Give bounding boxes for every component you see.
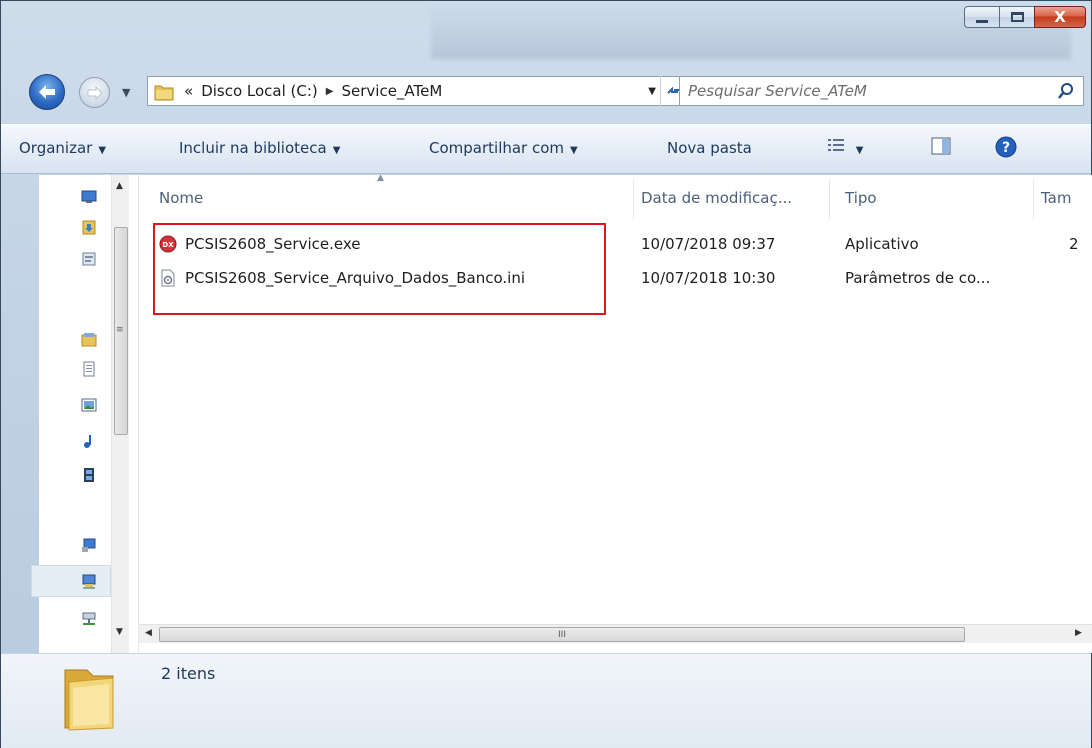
column-divider[interactable] bbox=[1033, 179, 1034, 219]
breadcrumb-separator-icon[interactable]: ▶ bbox=[326, 86, 334, 97]
homegroup-icon[interactable] bbox=[81, 537, 97, 553]
address-bar[interactable]: « Disco Local (C:) ▶ Service_ATeM ▼ bbox=[147, 76, 691, 106]
computer-icon bbox=[82, 574, 96, 589]
downloads-folder-icon[interactable] bbox=[81, 219, 97, 235]
documents-icon[interactable] bbox=[81, 361, 97, 377]
horizontal-scrollbar[interactable]: ◀ III ▶ bbox=[139, 624, 1092, 643]
scroll-up-icon[interactable]: ▲ bbox=[116, 181, 123, 191]
include-in-library-button[interactable]: Incluir na biblioteca ▼ bbox=[179, 139, 340, 157]
file-date: 10/07/2018 10:30 bbox=[641, 269, 776, 287]
preview-pane-icon bbox=[931, 137, 951, 155]
breadcrumb-item-drive[interactable]: Disco Local (C:) bbox=[201, 82, 318, 100]
column-divider[interactable] bbox=[829, 179, 830, 219]
chevron-down-icon: ▼ bbox=[855, 145, 864, 156]
column-header-size[interactable]: Tam bbox=[1041, 189, 1071, 207]
title-bar[interactable]: X bbox=[1, 1, 1091, 59]
network-icon[interactable] bbox=[81, 611, 97, 627]
change-view-button[interactable]: ▼ bbox=[827, 137, 863, 157]
share-label: Compartilhar com bbox=[429, 139, 565, 157]
maximize-button[interactable] bbox=[999, 6, 1035, 28]
item-count: 2 itens bbox=[161, 664, 216, 683]
folder-icon bbox=[154, 83, 174, 101]
music-icon[interactable] bbox=[81, 433, 97, 449]
close-button[interactable]: X bbox=[1034, 6, 1086, 28]
chevron-down-icon: ▼ bbox=[98, 145, 107, 156]
include-label: Incluir na biblioteca bbox=[179, 139, 327, 157]
back-button[interactable] bbox=[29, 74, 65, 110]
annotation-highlight-box bbox=[153, 223, 606, 315]
column-name-label: Nome bbox=[159, 189, 204, 207]
nav-scrollbar[interactable]: ▲ ≡ ▼ bbox=[111, 175, 129, 653]
recent-places-icon[interactable] bbox=[81, 251, 97, 267]
column-size-label: Tam bbox=[1041, 189, 1072, 207]
forward-button[interactable] bbox=[79, 77, 110, 108]
breadcrumb-item-folder[interactable]: Service_ATeM bbox=[342, 82, 443, 100]
explorer-window: X ▼ « Disco Local (C:) ▶ Service_ATeM ▼ bbox=[0, 0, 1092, 748]
horizontal-scroll-thumb[interactable]: III bbox=[159, 627, 965, 642]
maximize-icon bbox=[1010, 12, 1024, 22]
scroll-right-icon[interactable]: ▶ bbox=[1075, 628, 1082, 638]
content-area: ▲ ≡ ▼ Nome ▲ Data de modificaç... Tipo T… bbox=[31, 173, 1092, 653]
file-type: Parâmetros de co... bbox=[845, 269, 991, 287]
scroll-left-icon[interactable]: ◀ bbox=[145, 628, 152, 638]
file-size: 2 bbox=[1069, 235, 1079, 253]
preview-pane-button[interactable] bbox=[931, 137, 951, 159]
navigation-row: ▼ « Disco Local (C:) ▶ Service_ATeM ▼ Pe… bbox=[29, 74, 1089, 110]
breadcrumb: « Disco Local (C:) ▶ Service_ATeM bbox=[184, 82, 442, 100]
details-pane: 2 itens bbox=[1, 653, 1091, 748]
libraries-icon[interactable] bbox=[81, 331, 97, 347]
close-icon: X bbox=[1054, 7, 1066, 26]
scroll-grip-icon: III bbox=[558, 629, 566, 640]
forward-arrow-icon bbox=[87, 85, 103, 100]
column-header-type[interactable]: Tipo bbox=[845, 189, 877, 207]
file-date: 10/07/2018 09:37 bbox=[641, 235, 776, 253]
file-list: Nome ▲ Data de modificaç... Tipo Tam DX … bbox=[139, 173, 1092, 653]
svg-text:?: ? bbox=[1002, 140, 1010, 156]
sort-ascending-icon: ▲ bbox=[377, 173, 384, 183]
column-type-label: Tipo bbox=[845, 189, 877, 207]
view-list-icon bbox=[828, 139, 844, 151]
search-box[interactable]: Pesquisar Service_ATeM bbox=[679, 76, 1084, 106]
column-header-name[interactable]: Nome bbox=[159, 189, 203, 207]
window-controls: X bbox=[964, 6, 1086, 28]
column-divider[interactable] bbox=[633, 179, 634, 219]
search-icon[interactable] bbox=[1057, 82, 1075, 100]
scroll-grip-icon: ≡ bbox=[116, 325, 124, 335]
folder-icon bbox=[64, 669, 114, 731]
file-type: Aplicativo bbox=[845, 235, 919, 253]
selected-nav-item[interactable] bbox=[31, 565, 111, 597]
recent-pages-dropdown[interactable]: ▼ bbox=[122, 86, 130, 99]
command-bar: Organizar ▼ Incluir na biblioteca ▼ Compar… bbox=[1, 124, 1091, 174]
organize-button[interactable]: Organizar ▼ bbox=[19, 139, 106, 157]
chevron-down-icon: ▼ bbox=[570, 145, 578, 156]
pictures-icon[interactable] bbox=[81, 397, 97, 413]
desktop-icon[interactable] bbox=[81, 189, 97, 205]
share-with-button[interactable]: Compartilhar com ▼ bbox=[429, 139, 578, 157]
breadcrumb-overflow-chevron[interactable]: « bbox=[184, 82, 193, 100]
column-date-label: Data de modificaç... bbox=[641, 189, 793, 207]
back-arrow-icon bbox=[39, 85, 55, 99]
search-placeholder: Pesquisar Service_ATeM bbox=[688, 82, 867, 100]
videos-icon[interactable] bbox=[81, 467, 97, 483]
minimize-icon bbox=[976, 19, 988, 23]
new-folder-label: Nova pasta bbox=[667, 139, 752, 157]
column-header-date[interactable]: Data de modificaç... bbox=[641, 189, 792, 207]
minimize-button[interactable] bbox=[964, 6, 1000, 28]
scroll-down-icon[interactable]: ▼ bbox=[116, 627, 123, 637]
organize-label: Organizar bbox=[19, 139, 93, 157]
chevron-down-icon: ▼ bbox=[332, 145, 341, 156]
address-history-dropdown-icon[interactable]: ▼ bbox=[648, 86, 656, 97]
new-folder-button[interactable]: Nova pasta bbox=[667, 139, 752, 157]
help-button[interactable]: ? bbox=[995, 136, 1017, 162]
navigation-pane: ▲ ≡ ▼ bbox=[31, 175, 139, 653]
help-icon: ? bbox=[995, 136, 1017, 158]
